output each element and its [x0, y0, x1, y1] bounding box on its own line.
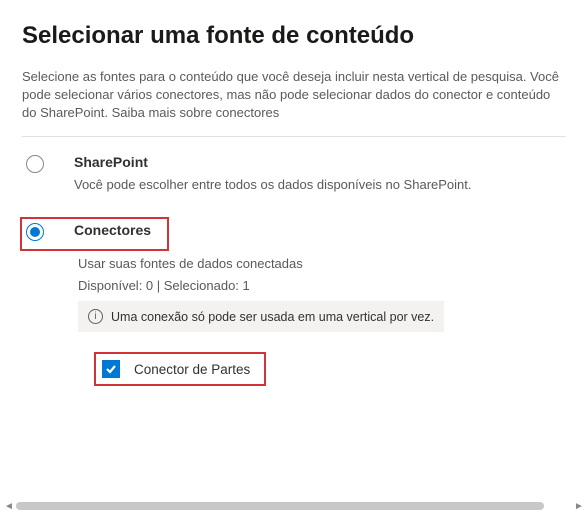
option-sharepoint-label: SharePoint	[74, 154, 566, 170]
page-description: Selecione as fontes para o conteúdo que …	[22, 68, 566, 122]
radio-conectores[interactable]	[26, 223, 44, 241]
option-sharepoint-description: Você pode escolher entre todos os dados …	[74, 176, 566, 193]
info-banner: i Uma conexão só pode ser usada em uma v…	[78, 301, 444, 332]
info-icon: i	[88, 309, 103, 324]
scroll-left-button[interactable]: ◄	[2, 499, 16, 513]
scroll-track[interactable]	[16, 502, 572, 510]
checkbox-partes[interactable]	[102, 360, 120, 378]
option-conectores[interactable]: Conectores	[22, 219, 167, 249]
checkmark-icon	[105, 363, 117, 375]
option-conectores-meta: Disponível: 0 | Selecionado: 1	[78, 278, 566, 293]
option-conectores-label: Conectores	[74, 222, 151, 238]
horizontal-scrollbar[interactable]: ◄ ►	[2, 500, 586, 512]
info-banner-text: Uma conexão só pode ser usada em uma ver…	[111, 310, 434, 324]
option-conectores-description: Usar suas fontes de dados conectadas	[78, 255, 566, 272]
option-sharepoint[interactable]: SharePoint Você pode escolher entre todo…	[22, 151, 566, 201]
page-title: Selecionar uma fonte de conteúdo	[22, 22, 566, 50]
scroll-right-button[interactable]: ►	[572, 499, 586, 513]
divider	[22, 136, 566, 137]
connector-item-partes-label: Conector de Partes	[134, 362, 250, 377]
connector-item-partes[interactable]: Conector de Partes	[96, 354, 264, 384]
radio-sharepoint[interactable]	[26, 155, 44, 173]
scroll-thumb[interactable]	[16, 502, 544, 510]
